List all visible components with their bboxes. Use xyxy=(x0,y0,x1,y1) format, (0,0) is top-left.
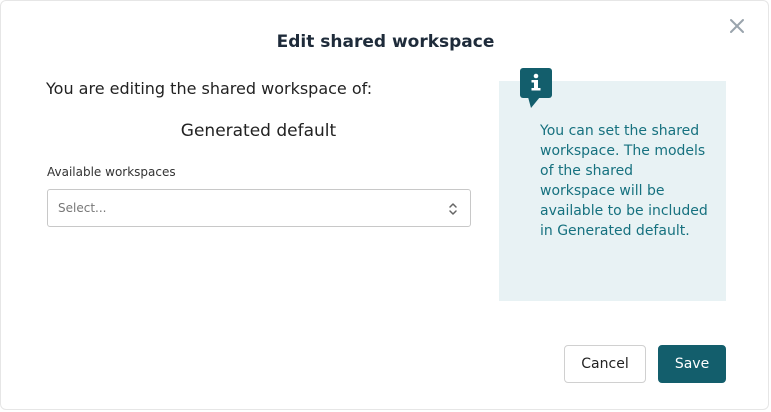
select-placeholder: Select... xyxy=(58,201,107,215)
info-text: You can set the shared workspace. The mo… xyxy=(540,123,708,239)
chevron-up-down-icon xyxy=(448,200,458,218)
available-workspaces-select[interactable]: Select... xyxy=(47,189,471,227)
available-workspaces-label: Available workspaces xyxy=(47,165,176,179)
save-button[interactable]: Save xyxy=(658,345,726,383)
info-icon xyxy=(520,68,552,110)
intro-text: You are editing the shared workspace of: xyxy=(46,79,373,98)
dialog-title: Edit shared workspace xyxy=(276,32,495,52)
cancel-button[interactable]: Cancel xyxy=(564,345,646,383)
target-workspace-name: Generated default xyxy=(180,121,337,141)
edit-shared-workspace-dialog: Edit shared workspace You are editing th… xyxy=(0,0,769,410)
